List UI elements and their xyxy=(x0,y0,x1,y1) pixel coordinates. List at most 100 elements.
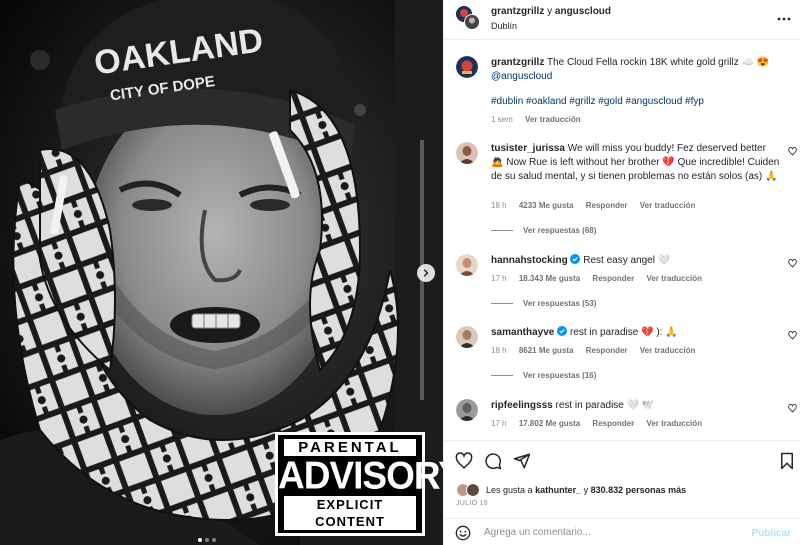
comment-avatar[interactable] xyxy=(456,399,478,421)
view-replies-button[interactable]: Ver respuestas (53) xyxy=(491,299,596,308)
caption-body: The Cloud Fella rockin 18K white gold gr… xyxy=(546,57,739,68)
caption-text: grantzgrillz The Cloud Fella rockin 18K … xyxy=(491,56,781,84)
comment-time[interactable]: 17 h xyxy=(491,419,507,428)
like-button[interactable] xyxy=(455,452,473,472)
comment-meta: 18 h 8621 Me gusta Responder Ver traducc… xyxy=(491,346,705,355)
carousel-next-button[interactable] xyxy=(417,264,435,282)
likes-prefix: Les gusta a xyxy=(486,485,533,495)
emoji-button[interactable] xyxy=(455,525,471,543)
comment-icon xyxy=(485,453,502,470)
post-panel: grantzgrillz y anguscloud Dublín grantzg… xyxy=(443,0,800,545)
replies-divider xyxy=(491,303,513,304)
heart-icon xyxy=(788,404,797,413)
comment-reply-button[interactable]: Responder xyxy=(592,274,634,283)
comment-translate-button[interactable]: Ver traducción xyxy=(640,201,696,210)
caption-avatar[interactable] xyxy=(456,56,478,78)
comment-meta: 17 h 18.343 Me gusta Responder Ver tradu… xyxy=(491,274,712,283)
comment-time[interactable]: 18 h xyxy=(491,201,507,210)
caption-mention[interactable]: @anguscloud xyxy=(491,71,552,82)
comment-translate-button[interactable]: Ver traducción xyxy=(646,419,702,428)
comment-username[interactable]: ripfeelingsss xyxy=(491,400,553,411)
parental-advisory-label: PARENTAL ADVISORY EXPLICIT CONTENT xyxy=(275,432,443,536)
send-icon xyxy=(513,453,531,469)
post-authors: grantzgrillz y anguscloud xyxy=(491,6,611,17)
comment-avatar[interactable] xyxy=(456,326,478,348)
carousel-dot xyxy=(198,538,202,542)
comment-body: rest in paradise 🤍 🕊️ xyxy=(555,400,655,411)
comment-likes[interactable]: 17.802 Me gusta xyxy=(519,419,580,428)
comment-reply-button[interactable]: Responder xyxy=(592,419,634,428)
caption-hashtags[interactable]: #dublin #oakland #grillz #gold #angusclo… xyxy=(491,96,704,107)
coauthor-avatar[interactable] xyxy=(464,14,480,30)
post-media[interactable]: OAKLAND CITY OF DOPE PARENTAL ADVISORY E… xyxy=(0,0,443,545)
replies-divider xyxy=(491,375,513,376)
comment-username[interactable]: tusister_jurissa xyxy=(491,143,565,154)
comment-body: rest in paradise 💔 ): 🙏 xyxy=(569,327,678,338)
likes-count[interactable]: 830.832 personas más xyxy=(591,485,687,495)
comment-reply-button[interactable]: Responder xyxy=(586,346,628,355)
comment-text: ripfeelingsss rest in paradise 🤍 🕊️ xyxy=(491,399,781,413)
heart-icon xyxy=(788,147,797,156)
caption-meta: 1 sem Ver traducción xyxy=(491,115,591,124)
view-replies-label: Ver respuestas (53) xyxy=(523,299,597,308)
share-button[interactable] xyxy=(513,452,531,472)
authors-connector: y xyxy=(547,6,553,17)
verified-badge-icon xyxy=(570,254,581,264)
post-location[interactable]: Dublín xyxy=(491,21,517,31)
more-options-button[interactable] xyxy=(777,13,791,23)
comment-body: Rest easy angel 🤍 xyxy=(583,255,671,266)
publish-button[interactable]: Publicar xyxy=(752,528,791,539)
view-replies-label: Ver respuestas (68) xyxy=(523,226,597,235)
comment-translate-button[interactable]: Ver traducción xyxy=(640,346,696,355)
heart-icon xyxy=(788,259,797,268)
comment-like-button[interactable] xyxy=(788,331,797,342)
comment-text: hannahstocking Rest easy angel 🤍 xyxy=(491,254,781,268)
caption-time[interactable]: 1 sem xyxy=(491,115,513,124)
caption-emojis: ☁️ 😍 xyxy=(741,57,770,68)
post-actions xyxy=(444,440,800,480)
comment-translate-button[interactable]: Ver traducción xyxy=(646,274,702,283)
comment-username[interactable]: samanthayve xyxy=(491,327,554,338)
view-replies-button[interactable]: Ver respuestas (16) xyxy=(491,371,596,380)
view-replies-label: Ver respuestas (16) xyxy=(523,371,597,380)
caption-username[interactable]: grantzgrillz xyxy=(491,57,544,68)
comment-like-button[interactable] xyxy=(788,259,797,270)
parental-advisory-line3: EXPLICIT CONTENT xyxy=(284,496,416,530)
comment-likes[interactable]: 8621 Me gusta xyxy=(519,346,574,355)
comment-likes[interactable]: 4233 Me gusta xyxy=(519,201,574,210)
comment-time[interactable]: 18 h xyxy=(491,346,507,355)
likes-connector: y xyxy=(583,485,589,495)
add-comment-bar: Publicar xyxy=(444,518,800,545)
comment-likes[interactable]: 18.343 Me gusta xyxy=(519,274,580,283)
comment-username[interactable]: hannahstocking xyxy=(491,255,568,266)
comment-reply-button[interactable]: Responder xyxy=(586,201,628,210)
save-button[interactable] xyxy=(779,452,795,472)
comment-button[interactable] xyxy=(484,452,502,472)
likes-user[interactable]: kathunter_ xyxy=(535,485,581,495)
post-date[interactable]: JULIO 18 xyxy=(456,500,488,507)
comment-input[interactable] xyxy=(484,525,744,540)
carousel-indicator xyxy=(198,538,216,542)
comment-time[interactable]: 17 h xyxy=(491,274,507,283)
view-replies-button[interactable]: Ver respuestas (68) xyxy=(491,226,596,235)
author-username[interactable]: grantzgrillz xyxy=(491,6,544,17)
comment-avatar[interactable] xyxy=(456,142,478,164)
verified-badge-icon xyxy=(557,326,568,336)
post-header: grantzgrillz y anguscloud Dublín xyxy=(444,0,800,40)
smiley-icon xyxy=(455,525,471,541)
comment-like-button[interactable] xyxy=(788,147,797,158)
chevron-right-icon xyxy=(423,269,429,277)
carousel-dot xyxy=(205,538,209,542)
comment-meta: 18 h 4233 Me gusta Responder Ver traducc… xyxy=(491,201,705,210)
comment-avatar[interactable] xyxy=(456,254,478,276)
likes-summary[interactable]: Les gusta a kathunter_ y 830.832 persona… xyxy=(456,482,686,498)
heart-icon xyxy=(455,452,473,469)
coauthor-username[interactable]: anguscloud xyxy=(555,6,611,17)
comment-text: tusister_jurissa We will miss you buddy!… xyxy=(491,142,781,184)
comment-like-button[interactable] xyxy=(788,404,797,415)
replies-divider xyxy=(491,230,513,231)
caption-translate-button[interactable]: Ver traducción xyxy=(525,115,581,124)
comment-text: samanthayve rest in paradise 💔 ): 🙏 xyxy=(491,326,781,340)
heart-icon xyxy=(788,331,797,340)
comment-meta: 17 h 17.802 Me gusta Responder Ver tradu… xyxy=(491,419,712,428)
